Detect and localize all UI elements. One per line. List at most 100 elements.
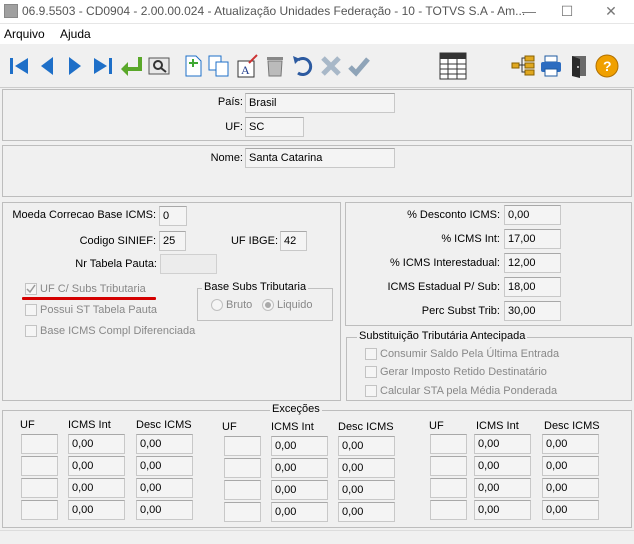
excecao-desc-icms-field[interactable]: 0,00 bbox=[338, 436, 395, 456]
excecao-icms-int-field[interactable]: 0,00 bbox=[68, 456, 125, 476]
excecao-icms-int-field[interactable]: 0,00 bbox=[474, 500, 531, 520]
consumir-saldo-label: Consumir Saldo Pela Última Entrada bbox=[380, 348, 560, 360]
icms-interestadual-label: % ICMS Interestadual: bbox=[389, 257, 500, 269]
uf-subs-checkbox[interactable] bbox=[25, 283, 37, 295]
app-icon bbox=[4, 4, 18, 18]
icms-int-field[interactable]: 17,00 bbox=[504, 229, 561, 249]
excecao-desc-icms-field[interactable]: 0,00 bbox=[542, 478, 599, 498]
calcular-sta-label: Calcular STA pela Média Ponderada bbox=[380, 385, 558, 397]
radio-liquido-label: Liquido bbox=[277, 299, 313, 311]
excecao-uf-field[interactable] bbox=[224, 458, 261, 478]
base-icms-checkbox[interactable] bbox=[25, 325, 37, 337]
pais-field[interactable]: Brasil bbox=[245, 93, 395, 113]
excecao-uf-field[interactable] bbox=[430, 456, 467, 476]
gerar-imposto-checkbox[interactable] bbox=[365, 366, 377, 378]
desconto-icms-field[interactable]: 0,00 bbox=[504, 205, 561, 225]
excecao-uf-field[interactable] bbox=[21, 478, 58, 498]
codigo-sinief-field[interactable]: 25 bbox=[159, 231, 186, 251]
radio-bruto[interactable] bbox=[211, 299, 223, 311]
excecao-desc-icms-field[interactable]: 0,00 bbox=[338, 480, 395, 500]
excecao-icms-int-field[interactable]: 0,00 bbox=[68, 478, 125, 498]
col-header-desc-icms: Desc ICMS bbox=[136, 419, 192, 431]
new-record-icon[interactable] bbox=[180, 53, 206, 79]
icms-interestadual-field[interactable]: 12,00 bbox=[504, 253, 561, 273]
excecao-uf-field[interactable] bbox=[21, 456, 58, 476]
consumir-saldo-checkbox[interactable] bbox=[365, 348, 377, 360]
uf-ibge-field[interactable]: 42 bbox=[280, 231, 307, 251]
next-record-icon[interactable] bbox=[62, 53, 88, 79]
excecao-icms-int-field[interactable]: 0,00 bbox=[271, 480, 328, 500]
maximize-button[interactable]: ☐ bbox=[552, 0, 582, 24]
excecoes-title: Exceções bbox=[270, 403, 322, 415]
delete-icon[interactable] bbox=[262, 53, 288, 79]
pais-label: País: bbox=[217, 96, 243, 108]
excecao-desc-icms-field[interactable]: 0,00 bbox=[338, 458, 395, 478]
excecao-icms-int-field[interactable]: 0,00 bbox=[474, 456, 531, 476]
confirm-enter-icon[interactable] bbox=[118, 53, 144, 79]
edit-text-icon[interactable]: A bbox=[234, 53, 260, 79]
excecao-desc-icms-field[interactable]: 0,00 bbox=[338, 502, 395, 522]
calcular-sta-checkbox[interactable] bbox=[365, 385, 377, 397]
close-button[interactable]: ✕ bbox=[596, 0, 626, 24]
nome-label: Nome: bbox=[210, 152, 243, 164]
excecao-uf-field[interactable] bbox=[21, 434, 58, 454]
excecao-uf-field[interactable] bbox=[224, 436, 261, 456]
base-subs-title: Base Subs Tributaria bbox=[202, 281, 309, 293]
search-icon[interactable] bbox=[146, 53, 172, 79]
uf-field[interactable]: SC bbox=[245, 117, 304, 137]
copy-record-icon[interactable] bbox=[206, 53, 232, 79]
uf-ibge-label: UF IBGE: bbox=[230, 235, 278, 247]
red-underline-annotation bbox=[22, 297, 156, 300]
excecao-icms-int-field[interactable]: 0,00 bbox=[68, 500, 125, 520]
possui-st-checkbox[interactable] bbox=[25, 304, 37, 316]
excecao-uf-field[interactable] bbox=[430, 478, 467, 498]
nome-field[interactable]: Santa Catarina bbox=[245, 148, 395, 168]
tree-structure-icon[interactable] bbox=[510, 53, 536, 79]
excecao-desc-icms-field[interactable]: 0,00 bbox=[542, 500, 599, 520]
help-icon[interactable]: ? bbox=[594, 53, 620, 79]
desconto-icms-label: % Desconto ICMS: bbox=[407, 209, 500, 221]
excecao-icms-int-field[interactable]: 0,00 bbox=[474, 478, 531, 498]
col-header-desc-icms: Desc ICMS bbox=[338, 421, 394, 433]
excecao-desc-icms-field[interactable]: 0,00 bbox=[542, 434, 599, 454]
excecao-desc-icms-field[interactable]: 0,00 bbox=[542, 456, 599, 476]
tabela-pauta-field[interactable] bbox=[160, 254, 217, 274]
exit-door-icon[interactable] bbox=[566, 53, 592, 79]
previous-record-icon[interactable] bbox=[34, 53, 60, 79]
first-record-icon[interactable] bbox=[6, 53, 32, 79]
codigo-sinief-label: Codigo SINIEF: bbox=[79, 235, 156, 247]
excecao-uf-field[interactable] bbox=[430, 500, 467, 520]
excecao-desc-icms-field[interactable]: 0,00 bbox=[136, 456, 193, 476]
menu-arquivo[interactable]: Arquivo bbox=[4, 27, 45, 41]
excecao-uf-field[interactable] bbox=[430, 434, 467, 454]
perc-subst-field[interactable]: 30,00 bbox=[504, 301, 561, 321]
minimize-button[interactable]: — bbox=[514, 0, 544, 24]
excecao-uf-field[interactable] bbox=[224, 502, 261, 522]
base-icms-label: Base ICMS Compl Diferenciada bbox=[40, 325, 196, 337]
checkmark-icon bbox=[26, 284, 36, 294]
excecao-desc-icms-field[interactable]: 0,00 bbox=[136, 500, 193, 520]
grid-view-icon[interactable] bbox=[438, 51, 468, 81]
icms-estadual-label: ICMS Estadual P/ Sub: bbox=[387, 281, 501, 293]
icms-estadual-field[interactable]: 18,00 bbox=[504, 277, 561, 297]
excecao-icms-int-field[interactable]: 0,00 bbox=[271, 436, 328, 456]
col-header-uf: UF bbox=[429, 420, 444, 432]
excecao-desc-icms-field[interactable]: 0,00 bbox=[136, 478, 193, 498]
title-bar: 06.9.5503 - CD0904 - 2.00.00.024 - Atual… bbox=[0, 0, 634, 24]
last-record-icon[interactable] bbox=[90, 53, 116, 79]
excecao-icms-int-field[interactable]: 0,00 bbox=[271, 502, 328, 522]
excecao-icms-int-field[interactable]: 0,00 bbox=[474, 434, 531, 454]
excecao-icms-int-field[interactable]: 0,00 bbox=[271, 458, 328, 478]
radio-liquido[interactable] bbox=[262, 299, 274, 311]
menu-ajuda[interactable]: Ajuda bbox=[60, 27, 91, 41]
excecao-icms-int-field[interactable]: 0,00 bbox=[68, 434, 125, 454]
confirm-icon[interactable] bbox=[346, 53, 372, 79]
excecao-desc-icms-field[interactable]: 0,00 bbox=[136, 434, 193, 454]
col-header-icms-int: ICMS Int bbox=[271, 421, 314, 433]
cancel-icon[interactable] bbox=[318, 53, 344, 79]
excecao-uf-field[interactable] bbox=[21, 500, 58, 520]
excecao-uf-field[interactable] bbox=[224, 480, 261, 500]
print-icon[interactable] bbox=[538, 53, 564, 79]
moeda-field[interactable]: 0 bbox=[159, 206, 187, 226]
undo-icon[interactable] bbox=[290, 53, 316, 79]
